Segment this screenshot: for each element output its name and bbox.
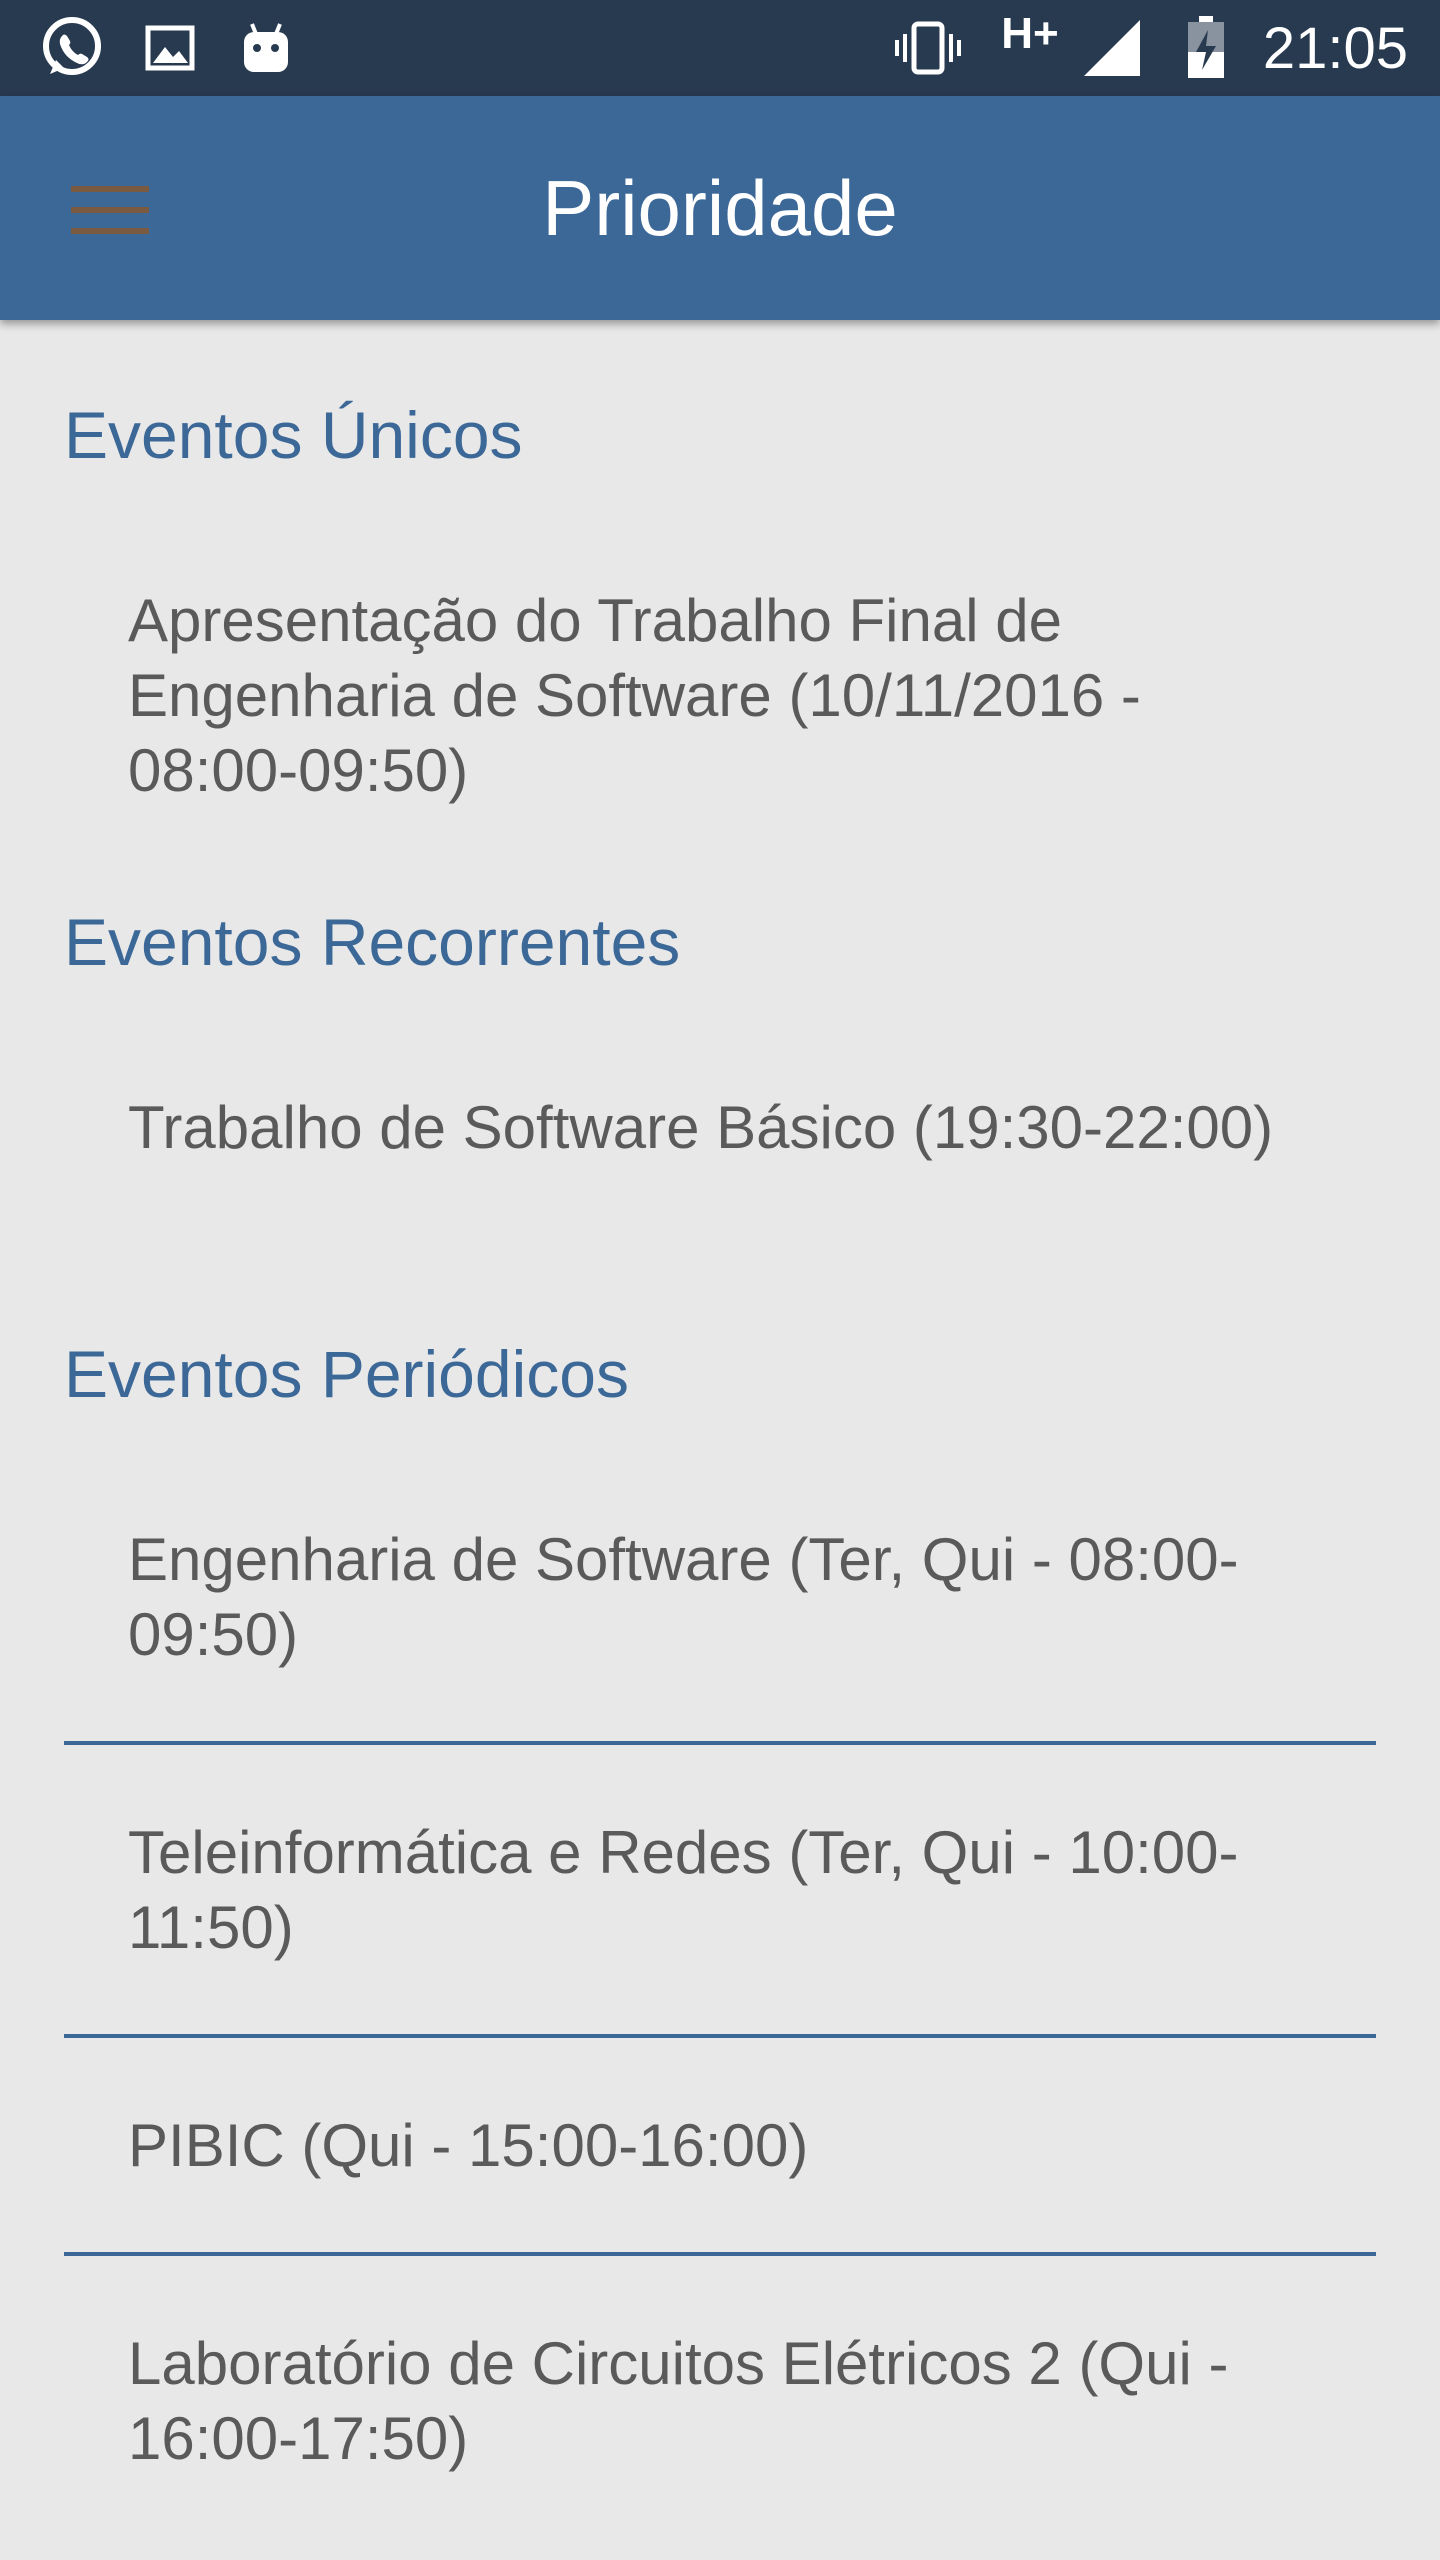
hamburger-menu-icon[interactable] (56, 160, 166, 260)
android-icon (236, 0, 296, 96)
app-bar: Prioridade (0, 96, 1440, 320)
list-item[interactable]: Laboratório de Circuitos Elétricos 2 (Qu… (128, 2326, 1288, 2476)
whatsapp-icon (36, 0, 108, 96)
status-bar: H+ 21:05 (0, 0, 1440, 96)
list-item[interactable]: Trabalho de Software Básico (19:30-22:00… (128, 1090, 1288, 1165)
list-divider (64, 2252, 1376, 2256)
section-title-eventos-periodicos: Eventos Periódicos (64, 1337, 629, 1411)
vibrate-icon (890, 0, 966, 96)
section-title-eventos-recorrentes: Eventos Recorrentes (64, 905, 681, 979)
list-item[interactable]: Apresentação do Trabalho Final de Engenh… (128, 583, 1288, 808)
list-divider (64, 1741, 1376, 1745)
image-icon (140, 0, 200, 96)
section-title-eventos-unicos: Eventos Únicos (64, 398, 523, 472)
list-item[interactable]: PIBIC (Qui - 15:00-16:00) (128, 2108, 1288, 2183)
list-divider (64, 2034, 1376, 2038)
list-item[interactable]: Teleinformática e Redes (Ter, Qui - 10:0… (128, 1815, 1288, 1965)
status-time: 21:05 (1262, 15, 1408, 81)
network-type-label: H+ (1001, 9, 1059, 58)
list-item[interactable]: Engenharia de Software (Ter, Qui - 08:00… (128, 1522, 1288, 1672)
page-title: Prioridade (542, 163, 898, 252)
priority-list: Eventos Únicos Apresentação do Trabalho … (0, 320, 1440, 2560)
battery-charging-icon (1184, 0, 1228, 96)
signal-icon (1080, 0, 1144, 96)
